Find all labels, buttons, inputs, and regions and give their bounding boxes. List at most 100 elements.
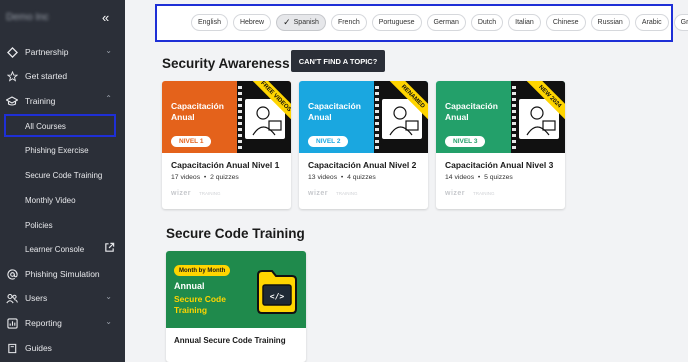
thumbnail-title: Capacitación Anual (308, 101, 361, 122)
graduation-cap-icon (6, 95, 18, 107)
language-chip-greek[interactable]: Greek (673, 14, 688, 31)
org-name: Demo Inc (6, 12, 49, 23)
nav-get-started[interactable]: Get started (0, 65, 125, 87)
course-thumbnail: Capacitación Anual NIVEL 1 FREE VIDEOS (162, 81, 291, 153)
external-link-icon (104, 242, 115, 255)
course-name: Capacitación Anual Nivel 2 (308, 160, 417, 170)
code-glyph: </> (270, 292, 285, 301)
language-label: Russian (597, 19, 623, 26)
chevron-down-icon: ⌄ (105, 317, 112, 326)
sub-nav-label: Learner Console (25, 244, 85, 254)
chevron-up-icon: ⌃ (105, 94, 112, 103)
sub-nav-learner-console[interactable]: Learner Console (0, 238, 125, 260)
video-count: 13 videos (308, 174, 338, 181)
thumbnail-title-line2: Secure Code Training (174, 294, 226, 315)
nav-guides[interactable]: Guides (0, 337, 125, 359)
language-label: Spanish (293, 19, 319, 26)
course-thumbnail: Capacitación Anual NIVEL 3 NEW 2024 (436, 81, 565, 153)
brand-logo: wizer (445, 190, 466, 197)
diamond-icon (6, 46, 18, 58)
course-card-nivel-3[interactable]: Capacitación Anual NIVEL 3 NEW 2024 Capacit… (436, 81, 565, 209)
nivel-badge: NIVEL 1 (171, 136, 212, 147)
sub-nav-label: Policies (25, 220, 53, 230)
nav-training[interactable]: Training ⌃ (0, 90, 125, 112)
course-card-nivel-1[interactable]: Capacitación Anual NIVEL 1 FREE VIDEOS Capa… (162, 81, 291, 209)
star-icon (6, 70, 18, 82)
language-label: English (198, 19, 221, 26)
course-thumbnail: Month by Month Annual Secure Code Traini… (166, 251, 306, 328)
nav-partnership[interactable]: Partnership ⌄ (0, 41, 125, 63)
brand-logo: wizer (308, 190, 329, 197)
language-label: Arabic (641, 19, 662, 26)
collapse-sidebar-button[interactable]: « (102, 10, 109, 25)
language-chip-russian[interactable]: Russian (590, 14, 630, 31)
language-label: German (433, 19, 459, 26)
meta-separator: • (340, 174, 344, 181)
sidebar: Demo Inc « Partnership ⌄ Get started Tra… (0, 0, 125, 362)
sub-nav-monthly-video[interactable]: Monthly Video (0, 189, 125, 211)
language-chip-hebrew[interactable]: Hebrew (232, 14, 272, 31)
language-chip-italian[interactable]: Italian (508, 14, 541, 31)
nav-phishing-simulation[interactable]: Phishing Simulation (0, 263, 125, 285)
nav-reporting[interactable]: Reporting ⌄ (0, 312, 125, 334)
sub-nav-label: Phishing Exercise (25, 145, 89, 155)
nav-label: Get started (25, 71, 68, 81)
nav-label: Training (25, 96, 56, 106)
month-by-month-badge: Month by Month (174, 265, 231, 276)
nivel-badge: NIVEL 3 (445, 136, 486, 147)
sub-nav-label: Monthly Video (25, 195, 76, 205)
nav-label: Partnership (25, 47, 69, 57)
language-label: Portuguese (378, 19, 415, 26)
active-highlight (4, 114, 116, 137)
brand-logo: wizer (171, 190, 192, 197)
brand-tagline: TRAINING (199, 191, 221, 196)
course-name: Capacitación Anual Nivel 1 (171, 160, 280, 170)
meta-separator: • (477, 174, 481, 181)
section-title-secure-code-training: Secure Code Training (166, 226, 305, 241)
sub-nav-policies[interactable]: Policies (0, 214, 125, 236)
nivel-badge: NIVEL 2 (308, 136, 349, 147)
code-folder-icon: </> (254, 265, 298, 315)
chart-icon (6, 317, 18, 329)
thumbnail-title-line1: Annual (174, 281, 205, 291)
chevron-down-icon: ⌄ (105, 46, 112, 55)
quiz-count: 4 quizzes (347, 174, 376, 181)
course-meta: 14 videos • 5 quizzes (445, 174, 513, 181)
sub-nav-label: Secure Code Training (25, 170, 103, 180)
language-label: Dutch (477, 19, 497, 26)
video-count: 17 videos (171, 174, 201, 181)
nav-label: Users (25, 293, 48, 303)
course-card-annual-secure-code[interactable]: Month by Month Annual Secure Code Traini… (166, 251, 306, 362)
course-meta: 17 videos • 2 quizzes (171, 174, 239, 181)
language-chip-french[interactable]: French (330, 14, 367, 31)
checkmark-icon: ✓ (283, 17, 291, 27)
language-chip-dutch[interactable]: Dutch (470, 14, 504, 31)
language-chip-spanish[interactable]: ✓ Spanish (276, 14, 326, 31)
course-name: Capacitación Anual Nivel 3 (445, 160, 554, 170)
language-chip-portuguese[interactable]: Portuguese (371, 14, 422, 31)
language-chip-row: English Hebrew ✓ Spanish French Portuguese Ger… (191, 14, 688, 31)
thumbnail-title: Capacitación Anual (171, 101, 224, 122)
nav-users[interactable]: Users ⌄ (0, 287, 125, 309)
quiz-count: 2 quizzes (210, 174, 239, 181)
sub-nav-phishing-exercise[interactable]: Phishing Exercise (0, 139, 125, 161)
cant-find-topic-button[interactable]: CAN'T FIND A TOPIC? (291, 50, 385, 72)
language-chip-english[interactable]: English (191, 14, 228, 31)
language-chip-arabic[interactable]: Arabic (634, 14, 669, 31)
language-label: Italian (515, 19, 534, 26)
sub-nav-secure-code-training[interactable]: Secure Code Training (0, 164, 125, 186)
language-chip-german[interactable]: German (426, 14, 466, 31)
brand-tagline: TRAINING (473, 191, 495, 196)
nav-label: Phishing Simulation (25, 269, 100, 279)
at-sign-icon (6, 268, 18, 280)
language-chip-chinese[interactable]: Chinese (545, 14, 586, 31)
course-meta: 13 videos • 4 quizzes (308, 174, 376, 181)
language-filter-bar: English Hebrew ✓ Spanish French Portuguese Ger… (155, 4, 688, 42)
section-title-security-awareness: Security Awareness (162, 56, 290, 71)
chevron-down-icon: ⌄ (105, 292, 112, 301)
course-thumbnail: Capacitación Anual NIVEL 2 RENAMED (299, 81, 428, 153)
book-icon (6, 342, 18, 354)
course-card-nivel-2[interactable]: Capacitación Anual NIVEL 2 RENAMED Capacita… (299, 81, 428, 209)
language-label: Chinese (552, 19, 579, 26)
course-name: Annual Secure Code Training (174, 336, 286, 345)
